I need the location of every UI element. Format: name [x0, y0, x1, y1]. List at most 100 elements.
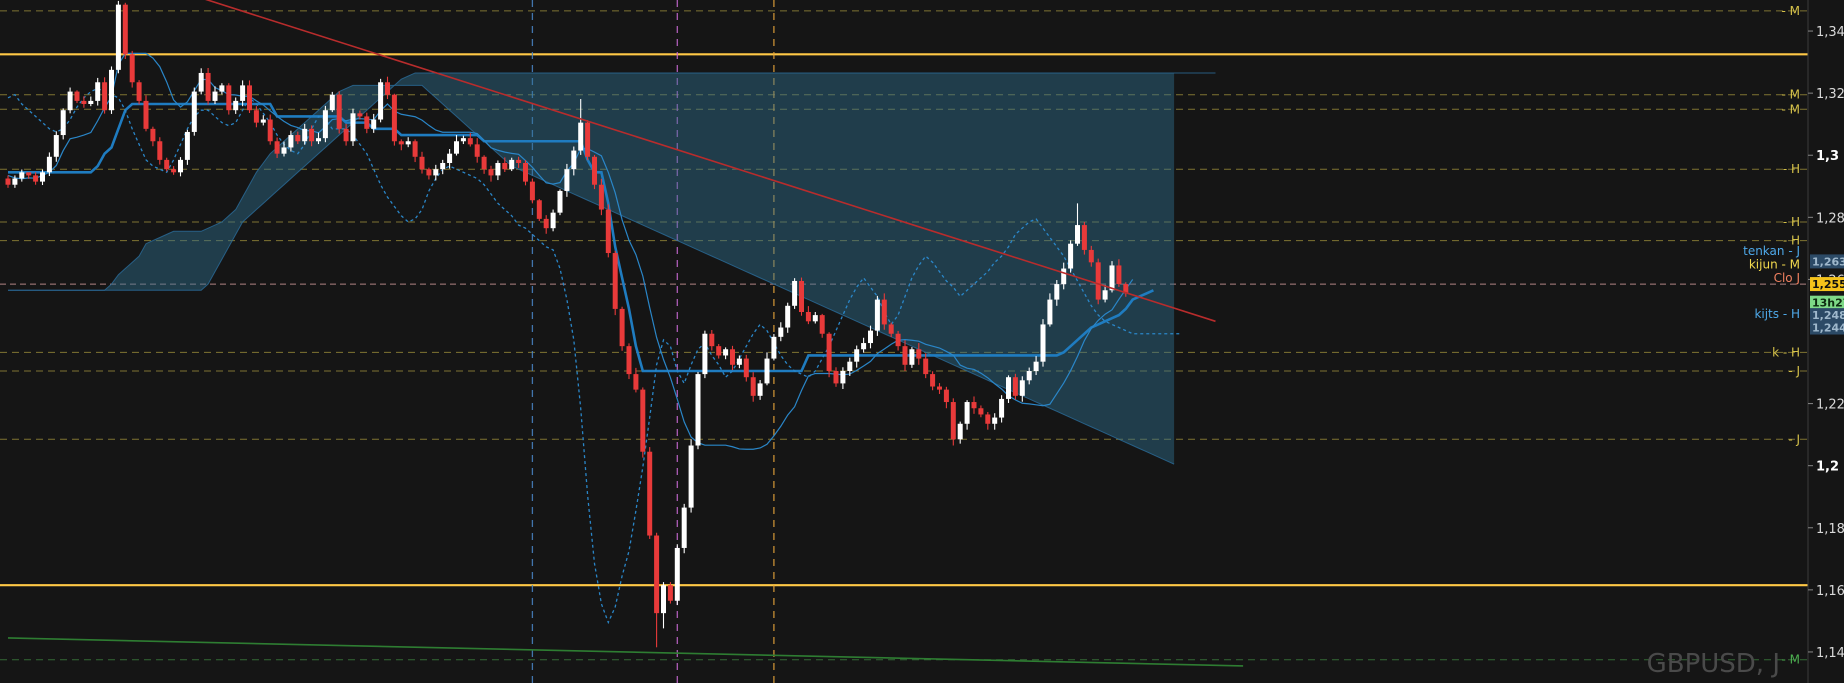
- candle-body: [564, 169, 570, 191]
- candle-body: [937, 386, 942, 390]
- candle-body: [122, 4, 128, 55]
- candle-body: [819, 315, 825, 334]
- candle-body: [115, 4, 121, 70]
- candle-body: [233, 100, 239, 111]
- candle-body: [26, 172, 32, 176]
- candle-body: [109, 69, 114, 111]
- candle-body: [350, 113, 356, 142]
- candle-body: [1026, 370, 1032, 381]
- candle-body: [191, 91, 197, 132]
- candle-body: [785, 305, 791, 328]
- candle-body: [281, 147, 287, 154]
- candle-body: [847, 361, 853, 371]
- candle-body: [681, 507, 687, 548]
- candle-body: [688, 445, 694, 508]
- candle-body: [164, 159, 170, 170]
- candle-body: [799, 280, 804, 313]
- candle-body: [764, 358, 770, 384]
- candle-body: [633, 374, 639, 390]
- candle-body: [736, 358, 742, 365]
- candle-body: [930, 374, 936, 387]
- candle-body: [647, 451, 653, 536]
- candle-body: [143, 100, 149, 129]
- candle-body: [709, 333, 715, 347]
- level-label: - M: [1782, 653, 1801, 667]
- candle-body: [60, 110, 66, 136]
- ichimoku-candlestick-chart[interactable]: - M- M- M- H- H- Hk - H- J- J- M 1,341,3…: [0, 0, 1844, 683]
- candle-body: [205, 72, 211, 101]
- candle-body: [378, 82, 384, 120]
- candle-body: [12, 178, 18, 185]
- candle-body: [1081, 225, 1087, 250]
- chart-window: - M- M- M- H- H- Hk - H- J- J- M 1,34 1,3…: [0, 0, 1844, 683]
- candle-body: [812, 315, 818, 322]
- indicator-label: kijts - H: [1754, 307, 1800, 321]
- candle-body: [978, 408, 984, 415]
- candle-body: [178, 159, 183, 173]
- indicator-label: tenkan - J: [1743, 244, 1800, 258]
- candle-body: [1116, 265, 1122, 285]
- candle-body: [336, 94, 342, 129]
- candle-body: [640, 389, 646, 452]
- level-label: - M: [1782, 88, 1801, 102]
- candle-body: [1047, 299, 1053, 325]
- candle-body: [357, 113, 363, 117]
- candle-body: [260, 119, 266, 123]
- candle-body: [184, 131, 190, 160]
- candle-body: [667, 585, 673, 601]
- candle-body: [826, 333, 832, 371]
- candle-body: [1033, 361, 1039, 371]
- candle-body: [840, 370, 846, 384]
- level-label: - H: [1783, 162, 1800, 176]
- level-label: k - H: [1772, 345, 1800, 359]
- candle-body: [440, 162, 446, 170]
- candle-body: [757, 383, 763, 396]
- candle-body: [329, 94, 335, 111]
- candle-body: [723, 349, 729, 356]
- candle-body: [1102, 290, 1108, 300]
- candle-body: [19, 172, 25, 179]
- candle-body: [316, 138, 321, 142]
- candle-body: [253, 110, 259, 123]
- level-label: - J: [1788, 364, 1800, 378]
- candle-body: [861, 343, 867, 350]
- candle-body: [1088, 249, 1094, 263]
- candle-body: [1068, 243, 1074, 269]
- candle-body: [923, 358, 929, 375]
- candle-body: [95, 82, 101, 101]
- candle-body: [274, 141, 280, 154]
- candle-body: [598, 184, 604, 210]
- candle-body: [543, 218, 549, 229]
- candle-body: [529, 181, 535, 201]
- price-tag-label: 1,248: [1812, 309, 1844, 322]
- candle-body: [943, 389, 949, 403]
- candle-body: [888, 324, 894, 334]
- candle-body: [322, 110, 328, 139]
- candle-body: [661, 585, 666, 614]
- candle-body: [999, 398, 1005, 418]
- candle-body: [364, 116, 370, 129]
- price-axis-label: 1,34: [1816, 25, 1844, 40]
- candle-body: [40, 172, 45, 182]
- candle-body: [212, 91, 218, 101]
- candle-body: [743, 358, 749, 378]
- candle-body: [716, 346, 722, 356]
- candle-body: [868, 330, 873, 344]
- candle-body: [150, 128, 156, 142]
- price-axis-label: 1,3: [1816, 149, 1839, 164]
- candle-body: [447, 153, 453, 163]
- candle-body: [88, 100, 94, 105]
- candle-body: [495, 162, 501, 176]
- level-label: - J: [1788, 432, 1800, 446]
- candle-body: [964, 402, 970, 424]
- candle-body: [405, 141, 411, 145]
- candle-body: [171, 169, 177, 173]
- candle-body: [371, 119, 377, 129]
- candle-body: [854, 349, 860, 362]
- candle-body: [654, 535, 660, 614]
- candle-body: [550, 212, 556, 229]
- price-axis-label: 1,14: [1816, 646, 1844, 661]
- candle-body: [1054, 284, 1060, 300]
- candle-body: [571, 150, 577, 170]
- candle-body: [902, 346, 908, 365]
